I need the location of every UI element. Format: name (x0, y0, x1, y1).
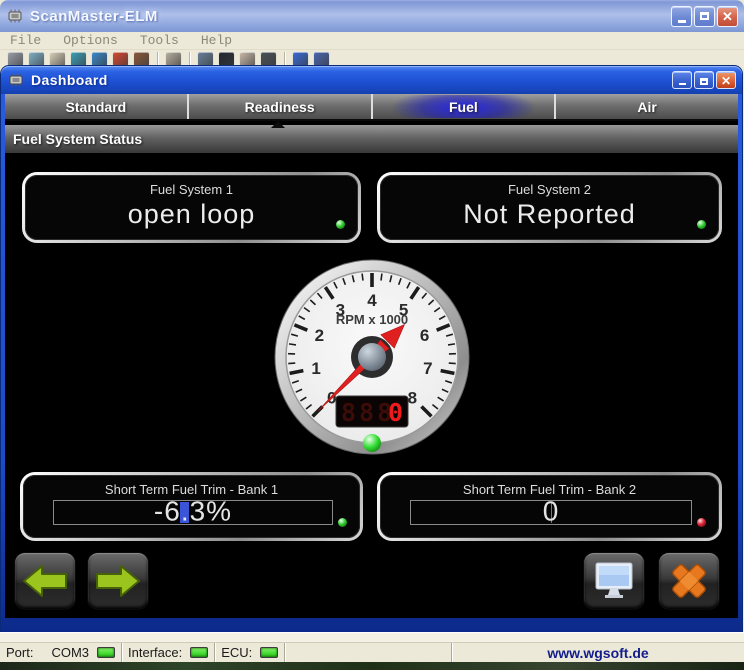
trim-bank-1-bar: -6.3% (53, 500, 333, 525)
dashboard-titlebar: Dashboard ✕ (1, 66, 742, 94)
dashboard-window: Dashboard ✕ Standard Readiness Fuel Air … (1, 66, 742, 632)
main-window-title: ScanMaster-ELM (30, 8, 158, 25)
close-icon: ✕ (722, 7, 733, 26)
arrow-right-icon (95, 563, 141, 599)
status-interface: Interface: (122, 643, 215, 662)
book-icon[interactable] (314, 52, 329, 66)
port-label: Port: (6, 645, 33, 660)
tab-fuel[interactable]: Fuel (371, 94, 555, 119)
monitor-button[interactable] (583, 552, 645, 610)
minimize-icon (678, 20, 686, 23)
status-spacer (285, 643, 452, 662)
main-minimize-button[interactable] (671, 6, 692, 27)
toolbar-separator (157, 52, 158, 66)
world-icon[interactable] (261, 52, 276, 66)
close-dashboard-button[interactable] (658, 552, 720, 610)
chip-icon (6, 9, 24, 23)
dashboard-body: Standard Readiness Fuel Air Fuel System … (5, 94, 738, 618)
fuel-system-2-panel: Fuel System 2 Not Reported (377, 172, 722, 243)
status-led (697, 220, 706, 229)
close-icon: ✕ (721, 73, 731, 89)
document-icon[interactable] (50, 52, 65, 66)
screen-icon[interactable] (198, 52, 213, 66)
dashboard-maximize-button[interactable] (694, 71, 714, 89)
menu-options[interactable]: Options (63, 33, 118, 48)
monitor2-icon[interactable] (92, 52, 107, 66)
tab-bar: Standard Readiness Fuel Air (5, 94, 738, 121)
main-maximize-button[interactable] (694, 6, 715, 27)
fuel-system-2-value: Not Reported (380, 199, 719, 230)
trim-bank-2-bar: 0 (410, 500, 692, 525)
menu-file[interactable]: File (10, 33, 41, 48)
monitor-icon (592, 561, 636, 601)
arrow-left-icon (22, 563, 68, 599)
svg-text:6: 6 (420, 326, 429, 345)
ecu-led (260, 647, 278, 658)
section-header: Fuel System Status (5, 125, 738, 155)
ecu-label: ECU: (221, 645, 252, 660)
status-led (336, 220, 345, 229)
monitor-icon[interactable] (71, 52, 86, 66)
svg-text:1: 1 (311, 359, 320, 378)
clipboard-icon[interactable] (166, 52, 181, 66)
interface-label: Interface: (128, 645, 182, 660)
prev-page-button[interactable] (14, 552, 76, 610)
tab-readiness[interactable]: Readiness (187, 94, 371, 119)
client-strip (0, 632, 744, 642)
tab-standard[interactable]: Standard (5, 94, 187, 119)
svg-text:7: 7 (423, 359, 432, 378)
status-led (697, 518, 706, 527)
port-led (97, 647, 115, 658)
desktop-strip (0, 662, 744, 670)
x-icon (668, 560, 710, 602)
screen: { "main_window": { "title": "ScanMaster-… (0, 0, 744, 670)
website-link[interactable]: www.wgsoft.de (452, 643, 744, 662)
trim-bank-2-panel: Short Term Fuel Trim - Bank 2 0 (377, 472, 722, 541)
fuel-system-1-title: Fuel System 1 (25, 182, 358, 197)
dashboard-minimize-button[interactable] (672, 71, 692, 89)
svg-text:RPM x 1000: RPM x 1000 (336, 312, 408, 327)
chip-icon (7, 73, 25, 87)
main-close-button[interactable]: ✕ (717, 6, 738, 27)
minimize-icon (679, 83, 686, 85)
info-icon[interactable] (293, 52, 308, 66)
menu-help[interactable]: Help (201, 33, 232, 48)
dashboard-close-button[interactable]: ✕ (716, 71, 736, 89)
user-icon[interactable] (134, 52, 149, 66)
tab-air[interactable]: Air (554, 94, 738, 119)
toolbar-separator (189, 52, 190, 66)
menubar: File Options Tools Help (0, 32, 744, 50)
toolbar-separator (284, 52, 285, 66)
interface-led (190, 647, 208, 658)
app-window-icon[interactable] (113, 52, 128, 66)
dashboard-title: Dashboard (31, 72, 108, 88)
maximize-icon (700, 12, 709, 20)
status-ecu: ECU: (215, 643, 285, 662)
globe-icon[interactable] (29, 52, 44, 66)
trash-icon[interactable] (8, 52, 23, 66)
status-port: Port: COM3 (0, 643, 122, 662)
main-titlebar: ScanMaster-ELM ✕ (0, 0, 744, 32)
fuel-system-1-panel: Fuel System 1 open loop (22, 172, 361, 243)
fuel-system-1-value: open loop (25, 199, 358, 230)
next-page-button[interactable] (87, 552, 149, 610)
battery-icon[interactable] (240, 52, 255, 66)
status-led (338, 518, 347, 527)
trim-bank-1-panel: Short Term Fuel Trim - Bank 1 -6.3% (20, 472, 363, 541)
svg-text:2: 2 (315, 326, 324, 345)
rpm-gauge: 012345678RPM x 10008880 (273, 258, 471, 456)
fuel-system-2-title: Fuel System 2 (380, 182, 719, 197)
svg-text:8: 8 (408, 388, 417, 407)
trim-bank-2-value: 0 (411, 495, 691, 527)
svg-text:4: 4 (367, 291, 377, 310)
console-icon[interactable] (219, 52, 234, 66)
maximize-icon (700, 78, 708, 85)
menu-tools[interactable]: Tools (140, 33, 179, 48)
status-bar: Port: COM3 Interface: ECU: www.wgsoft.de (0, 642, 744, 662)
trim-bank-1-value: -6.3% (54, 495, 332, 527)
port-value: COM3 (51, 645, 89, 660)
tab-notch (271, 121, 285, 128)
gauge-digital-value: 0 (388, 398, 403, 427)
